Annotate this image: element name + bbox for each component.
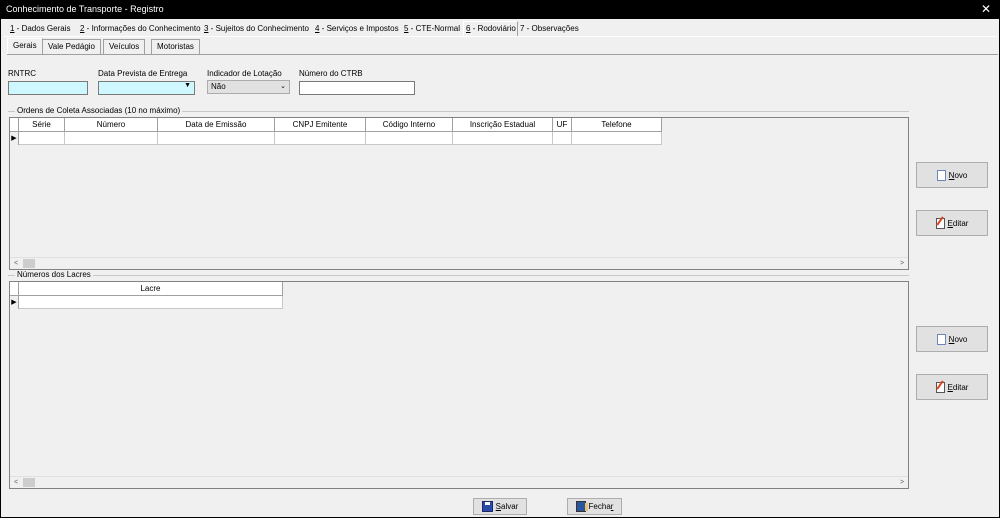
col-cnpj-emitente[interactable]: CNPJ Emitente: [275, 118, 366, 132]
salvar-label: Salvar: [496, 502, 519, 511]
scroll-thumb[interactable]: [23, 478, 35, 487]
tab-label: - Sujeitos do Conhecimento: [208, 24, 309, 33]
tab-observacoes[interactable]: 7 - Observações: [518, 22, 579, 36]
row-indicator-icon: ▶: [10, 296, 19, 309]
tab-servicos-impostos[interactable]: 4 - Serviços e Impostos: [313, 22, 399, 36]
table-cell[interactable]: [572, 132, 662, 145]
close-icon[interactable]: ✕: [981, 2, 991, 16]
main-tab-strip: 1 - Dados Gerais 2 - Informações do Conh…: [4, 21, 998, 37]
subtab-gerais[interactable]: Gerais: [7, 38, 43, 54]
table-cell[interactable]: [65, 132, 158, 145]
ordens-novo-button[interactable]: Novo: [916, 162, 988, 188]
subtab-divider: [7, 54, 998, 55]
scroll-left-icon[interactable]: <: [10, 477, 22, 488]
tab-label: 7 - Observações: [520, 24, 579, 33]
col-serie[interactable]: Série: [19, 118, 65, 132]
tab-label: - CTE-Normal: [408, 24, 461, 33]
ordens-grid[interactable]: Série Número Data de Emissão CNPJ Emiten…: [9, 117, 909, 270]
registro-window: Conhecimento de Transporte - Registro ✕ …: [1, 1, 999, 517]
tab-cte-normal[interactable]: 5 - CTE-Normal: [402, 22, 460, 36]
title-bar: Conhecimento de Transporte - Registro ✕: [1, 1, 999, 19]
exit-door-icon: [575, 501, 588, 512]
scroll-left-icon[interactable]: <: [10, 258, 22, 269]
new-document-icon: [936, 169, 946, 181]
lacres-novo-button[interactable]: Novo: [916, 326, 988, 352]
tab-rodoviario[interactable]: 6 - Rodoviário: [463, 21, 518, 37]
editar-label: Editar: [948, 383, 969, 392]
col-lacre[interactable]: Lacre: [19, 282, 283, 296]
window-title: Conhecimento de Transporte - Registro: [6, 4, 164, 14]
tab-divider: [4, 36, 997, 37]
rntrc-input[interactable]: [8, 81, 88, 95]
subtab-veiculos[interactable]: Veículos: [103, 39, 146, 54]
label-rest: ovo: [954, 170, 968, 180]
col-data-emissao[interactable]: Data de Emissão: [158, 118, 275, 132]
editar-label: Editar: [948, 219, 969, 228]
col-numero[interactable]: Número: [65, 118, 158, 132]
subtab-vale-pedagio[interactable]: Vale Pedágio: [42, 39, 101, 54]
lacres-group-label: Números dos Lacres: [15, 270, 93, 279]
table-cell[interactable]: [19, 296, 283, 309]
scroll-right-icon[interactable]: >: [896, 258, 908, 269]
edit-icon: [935, 217, 945, 229]
chevron-down-icon: ⌄: [280, 83, 286, 90]
new-document-icon: [936, 333, 946, 345]
tab-label: - Rodoviário: [470, 24, 516, 33]
lacres-horizontal-scrollbar[interactable]: < >: [10, 476, 908, 488]
col-codigo-interno[interactable]: Código Interno: [366, 118, 453, 132]
data-prevista-input[interactable]: ▼: [98, 81, 195, 95]
scroll-thumb[interactable]: [23, 259, 35, 268]
lacres-grid[interactable]: Lacre ▶ < >: [9, 281, 909, 489]
novo-label: Novo: [949, 335, 968, 344]
dropdown-arrow-icon[interactable]: ▼: [184, 82, 191, 89]
rntrc-label: RNTRC: [8, 69, 36, 78]
col-uf[interactable]: UF: [553, 118, 572, 132]
table-cell[interactable]: [275, 132, 366, 145]
grid-corner: [10, 118, 19, 132]
tab-sujeitos-conhecimento[interactable]: 3 - Sujeitos do Conhecimento: [202, 22, 309, 36]
tab-informacoes-conhecimento[interactable]: 2 - Informações do Conhecimento: [78, 22, 201, 36]
indicador-lotacao-select[interactable]: Não ⌄: [207, 80, 290, 94]
fechar-label: Fechar: [589, 502, 614, 511]
accesskey: r: [610, 502, 614, 511]
label-start: Fecha: [588, 502, 611, 511]
indicador-lotacao-label: Indicador de Lotação: [207, 69, 282, 78]
data-prevista-label: Data Prevista de Entrega: [98, 69, 188, 78]
lacres-editar-button[interactable]: Editar: [916, 374, 988, 400]
tab-dados-gerais[interactable]: 1 - Dados Gerais: [8, 22, 70, 36]
numero-ctrb-input[interactable]: [299, 81, 415, 95]
tab-label: - Serviços e Impostos: [319, 24, 399, 33]
table-cell[interactable]: [19, 132, 65, 145]
numero-ctrb-label: Número do CTRB: [299, 69, 363, 78]
col-inscricao-estadual[interactable]: Inscrição Estadual: [453, 118, 553, 132]
ordens-group-label: Ordens de Coleta Associadas (10 no máxim…: [15, 106, 183, 115]
novo-label: Novo: [949, 171, 968, 180]
salvar-button[interactable]: Salvar: [473, 498, 527, 515]
table-cell[interactable]: [158, 132, 275, 145]
label-rest: ovo: [954, 334, 968, 344]
lacres-group-border: [8, 275, 909, 276]
tab-label: - Dados Gerais: [14, 24, 71, 33]
table-cell[interactable]: [453, 132, 553, 145]
row-indicator-icon: ▶: [10, 132, 19, 145]
edit-icon: [935, 381, 945, 393]
ordens-editar-button[interactable]: Editar: [916, 210, 988, 236]
indicador-lotacao-value: Não: [211, 82, 226, 91]
save-disk-icon: [481, 501, 493, 512]
fechar-button[interactable]: Fechar: [567, 498, 622, 515]
ordens-horizontal-scrollbar[interactable]: < >: [10, 257, 908, 269]
scroll-right-icon[interactable]: >: [896, 477, 908, 488]
col-telefone[interactable]: Telefone: [572, 118, 662, 132]
label-rest: alvar: [501, 502, 519, 511]
table-cell[interactable]: [553, 132, 572, 145]
subtab-motoristas[interactable]: Motoristas: [151, 39, 200, 54]
grid-corner: [10, 282, 19, 296]
label-rest: ditar: [952, 218, 969, 228]
table-cell[interactable]: [366, 132, 453, 145]
label-rest: ditar: [952, 382, 969, 392]
tab-label: - Informações do Conhecimento: [84, 24, 201, 33]
